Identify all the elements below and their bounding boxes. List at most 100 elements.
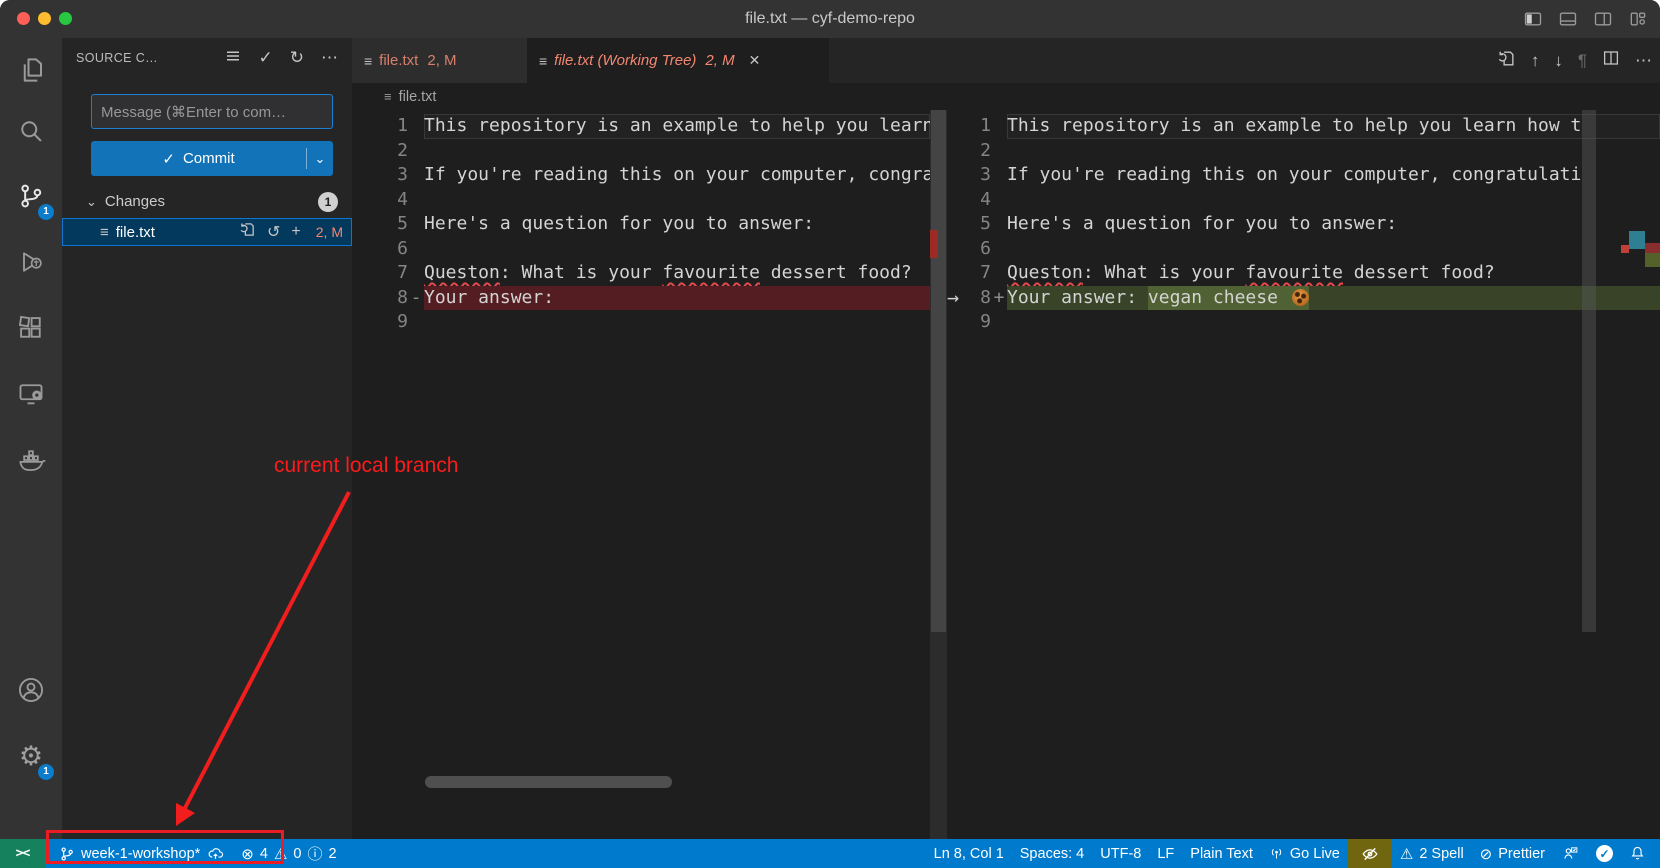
dessert-emoji-icon xyxy=(1292,289,1309,306)
next-change-icon[interactable]: ↓ xyxy=(1554,51,1563,71)
open-file-icon[interactable] xyxy=(1497,49,1516,73)
horizontal-scrollbar[interactable] xyxy=(425,776,672,788)
code-line[interactable]: 3If you're reading this on your computer… xyxy=(352,163,930,188)
more-actions-icon[interactable]: ⋯ xyxy=(1635,51,1652,71)
code-line[interactable]: 2 xyxy=(947,139,1660,164)
annotation-label: current local branch xyxy=(274,454,458,478)
code-line[interactable]: 7Queston: What is your favourite dessert… xyxy=(352,261,930,286)
breadcrumb[interactable]: ≡ file.txt xyxy=(352,83,1660,110)
check-icon: ✓ xyxy=(162,150,175,168)
chevron-down-icon: ⌄ xyxy=(86,194,97,210)
commit-message-input[interactable]: Message (⌘Enter to com… xyxy=(91,94,333,129)
commit-dropdown-icon[interactable]: ⌄ xyxy=(307,151,333,167)
left-scrollbar[interactable] xyxy=(931,110,946,632)
commit-button[interactable]: ✓ Commit ⌄ xyxy=(91,141,333,176)
previous-change-icon[interactable]: ↑ xyxy=(1531,51,1540,71)
view-as-list-icon[interactable] xyxy=(224,47,242,70)
extension-status-item[interactable]: ✓ xyxy=(1588,839,1621,868)
tab-label: file.txt xyxy=(379,52,418,69)
prettier-item[interactable]: ⊘ Prettier xyxy=(1472,839,1553,868)
misspelled-word: favourite xyxy=(662,261,760,286)
search-icon[interactable] xyxy=(0,107,62,155)
error-lens-toggle-item[interactable] xyxy=(1348,839,1392,868)
feedback-item[interactable] xyxy=(1553,839,1588,868)
indentation-item[interactable]: Spaces: 4 xyxy=(1012,839,1093,868)
warning-count: 0 xyxy=(293,846,301,862)
code-line[interactable]: 4 xyxy=(352,188,930,213)
code-line[interactable]: 1This repository is an example to help y… xyxy=(947,114,1660,139)
check-badge-icon: ✓ xyxy=(1596,845,1613,862)
toggle-secondary-sidebar-icon[interactable] xyxy=(1593,9,1613,29)
remote-indicator[interactable]: >< xyxy=(0,839,45,868)
overview-deleted-mark xyxy=(1645,243,1660,253)
more-actions-icon[interactable]: ⋯ xyxy=(321,48,338,68)
extensions-icon[interactable] xyxy=(0,304,62,352)
file-icon: ≡ xyxy=(539,53,547,69)
code-line[interactable]: 3If you're reading this on your computer… xyxy=(947,163,1660,188)
misspelled-word: favourite xyxy=(1245,261,1343,286)
annotation-highlight-box xyxy=(46,830,284,864)
title-bar: file.txt — cyf-demo-repo xyxy=(0,0,1660,38)
right-scrollbar[interactable] xyxy=(1582,110,1596,632)
go-live-item[interactable]: Go Live xyxy=(1261,839,1348,868)
code-line[interactable]: 9 xyxy=(947,310,1660,335)
breadcrumb-file: file.txt xyxy=(399,89,437,105)
bell-icon xyxy=(1629,845,1646,862)
code-line[interactable]: 4 xyxy=(947,188,1660,213)
deleted-code-line[interactable]: 8-Your answer: xyxy=(352,286,930,311)
overview-added-mark xyxy=(1645,253,1660,267)
tab-file-txt[interactable]: ≡ file.txt 2, M xyxy=(352,38,527,83)
changed-file-row[interactable]: ≡ file.txt ↺ + 2, M xyxy=(62,218,352,246)
commit-message-placeholder: Message (⌘Enter to com… xyxy=(101,103,286,121)
toggle-primary-sidebar-icon[interactable] xyxy=(1523,9,1543,29)
misspelled-word: Queston xyxy=(424,261,500,286)
notifications-item[interactable] xyxy=(1621,839,1660,868)
added-code-line[interactable]: 8+Your answer: vegan cheese xyxy=(947,286,1660,311)
discard-changes-icon[interactable]: ↺ xyxy=(267,222,280,242)
changes-section-header[interactable]: ⌄ Changes 1 xyxy=(62,188,352,215)
close-tab-icon[interactable]: ✕ xyxy=(749,52,761,69)
tab-label: file.txt (Working Tree) xyxy=(554,52,696,69)
spell-checker-item[interactable]: ⚠ 2 Spell xyxy=(1392,839,1472,868)
remote-explorer-icon[interactable] xyxy=(0,370,62,418)
code-line[interactable]: 9 xyxy=(352,310,930,335)
settings-gear-icon[interactable]: ⚙ 1 xyxy=(0,732,62,780)
encoding-item[interactable]: UTF-8 xyxy=(1092,839,1149,868)
docker-icon[interactable] xyxy=(0,436,62,484)
eol-item[interactable]: LF xyxy=(1149,839,1182,868)
code-line[interactable]: 5Here's a question for you to answer: xyxy=(352,212,930,237)
changes-count-badge: 1 xyxy=(318,192,338,212)
deleted-overview-mark xyxy=(930,230,938,258)
warning-icon: ⚠ xyxy=(1400,845,1413,863)
stage-changes-icon[interactable]: + xyxy=(291,223,300,241)
split-editor-icon[interactable] xyxy=(1602,49,1620,72)
vscode-window: file.txt — cyf-demo-repo 1 xyxy=(0,0,1660,868)
customize-layout-icon[interactable] xyxy=(1628,9,1648,29)
open-file-icon[interactable] xyxy=(239,221,256,243)
diff-modified-pane[interactable]: 1This repository is an example to help y… xyxy=(947,110,1660,839)
language-mode-item[interactable]: Plain Text xyxy=(1182,839,1261,868)
refresh-icon[interactable]: ↻ xyxy=(290,48,304,68)
commit-check-icon[interactable]: ✓ xyxy=(259,48,273,68)
toggle-panel-icon[interactable] xyxy=(1558,9,1578,29)
code-line[interactable]: 6 xyxy=(352,237,930,262)
code-line[interactable]: 6 xyxy=(947,237,1660,262)
file-icon: ≡ xyxy=(384,89,392,104)
explorer-icon[interactable] xyxy=(0,46,62,94)
accounts-icon[interactable] xyxy=(0,666,62,714)
changed-file-name: file.txt xyxy=(116,224,155,241)
code-line[interactable]: 7Queston: What is your favourite dessert… xyxy=(947,261,1660,286)
code-line[interactable]: 2 xyxy=(352,139,930,164)
editor-splitter[interactable] xyxy=(930,110,947,839)
tab-file-txt-working-tree[interactable]: ≡ file.txt (Working Tree) 2, M ✕ xyxy=(527,38,829,83)
run-debug-icon[interactable] xyxy=(0,238,62,286)
show-whitespace-icon[interactable]: ¶ xyxy=(1578,51,1587,71)
remote-icon: >< xyxy=(16,846,30,861)
code-line[interactable]: 1This repository is an example to help y… xyxy=(352,114,930,139)
source-control-icon[interactable]: 1 xyxy=(0,172,62,220)
tab-decoration: 2, M xyxy=(427,52,456,69)
cursor-position-item[interactable]: Ln 8, Col 1 xyxy=(926,839,1012,868)
file-icon: ≡ xyxy=(100,224,109,241)
broadcast-icon xyxy=(1269,846,1284,861)
code-line[interactable]: 5Here's a question for you to answer: xyxy=(947,212,1660,237)
